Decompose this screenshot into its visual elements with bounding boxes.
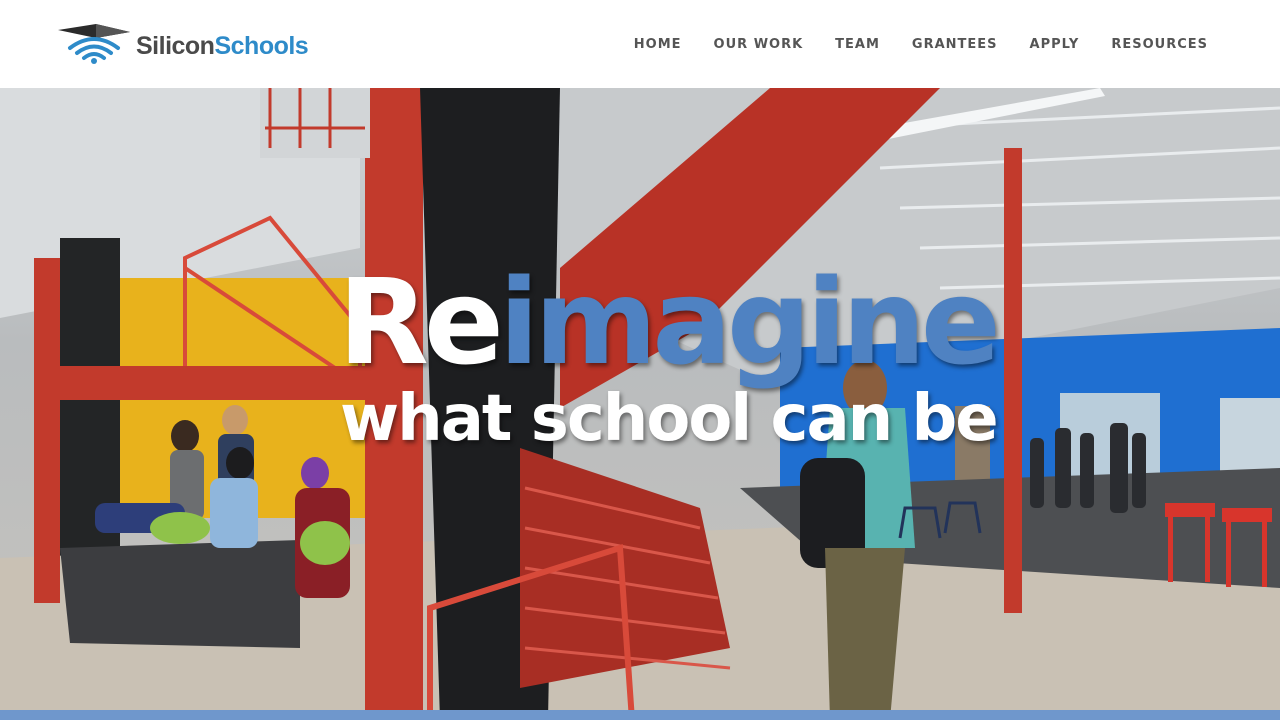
nav-grantees[interactable]: GRANTEES <box>912 37 998 52</box>
hero-headline-main: Reimagine <box>338 258 1001 386</box>
headline-highlight: imagine <box>498 253 1001 391</box>
nav-resources[interactable]: RESOURCES <box>1111 37 1208 52</box>
main-nav: HOME OUR WORK TEAM GRANTEES APPLY RESOUR… <box>634 37 1224 52</box>
nav-apply[interactable]: APPLY <box>1030 37 1080 52</box>
wifi-graduation-cap-icon <box>58 24 130 64</box>
logo-text-silicon: Silicon <box>136 31 215 60</box>
headline-prefix: Re <box>338 253 504 391</box>
nav-team[interactable]: TEAM <box>835 37 880 52</box>
hero-bottom-accent-bar <box>0 710 1280 720</box>
logo-text-schools: Schools <box>214 31 309 60</box>
nav-our-work[interactable]: OUR WORK <box>714 37 804 52</box>
hero-headline: Reimagine what school can be <box>338 258 1001 456</box>
site-logo[interactable]: SiliconSchools <box>56 22 309 66</box>
hero-subheadline: what school can be <box>340 382 999 456</box>
nav-home[interactable]: HOME <box>634 37 682 52</box>
hero-banner: Reimagine what school can be <box>0 88 1280 720</box>
logo-wordmark: SiliconSchools <box>136 31 309 60</box>
site-header: SiliconSchools HOME OUR WORK TEAM GRANTE… <box>0 0 1280 88</box>
